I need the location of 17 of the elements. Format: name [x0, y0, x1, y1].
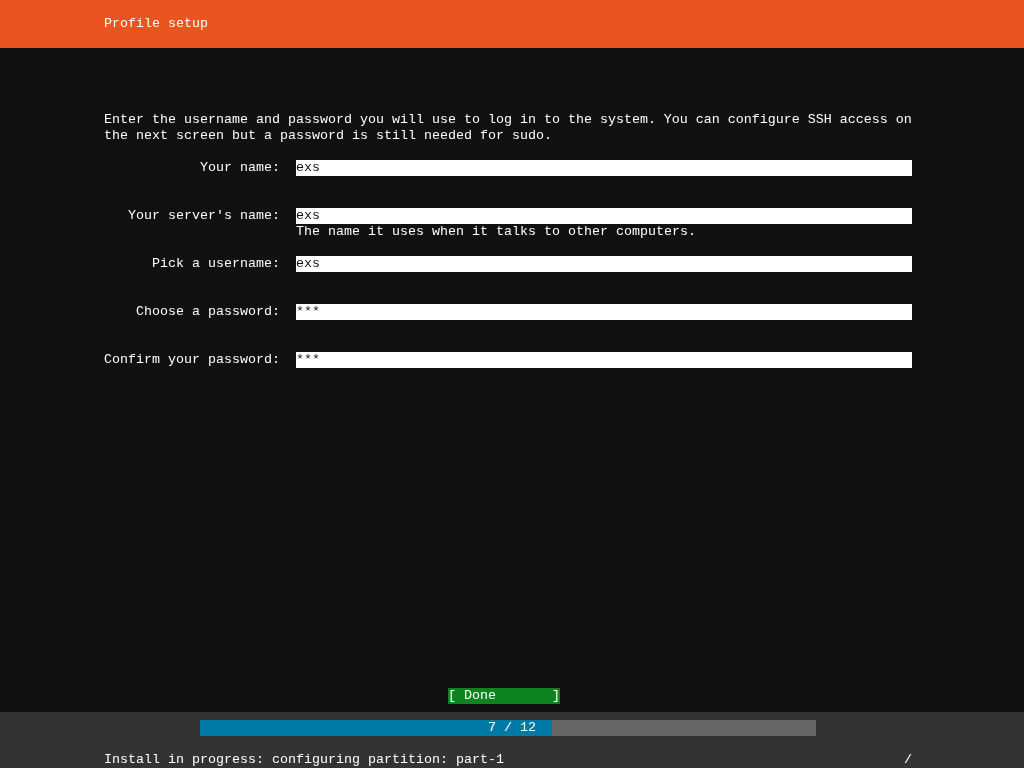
help-text: The name it uses when it talks to other computers. — [296, 224, 697, 240]
input-field[interactable]: *** — [296, 352, 912, 368]
field-label: Pick a username: — [151, 256, 280, 273]
input-field[interactable]: exs — [296, 208, 912, 224]
screen-title: Profile setup — [104, 16, 208, 32]
input-field[interactable]: *** — [296, 304, 912, 320]
field-label: Your server's name: — [127, 208, 280, 225]
status-text: Install in progress: configuring partition: part-1 — [104, 752, 504, 768]
spinner-text: / — [904, 752, 912, 768]
instructions-text: Enter the username and password you will use to log in to the system. You can configure SSH access on the next screen but a password is still needed for sudo. — [104, 112, 913, 144]
input-field[interactable]: exs — [296, 160, 912, 176]
done-button[interactable]: [ Done ] — [448, 688, 560, 704]
input-field[interactable]: exs — [296, 256, 912, 272]
field-label: Confirm your password: — [104, 352, 280, 369]
field-label: Your name: — [199, 160, 280, 177]
progress-label: 7 / 12 — [488, 720, 536, 736]
field-label: Choose a password: — [135, 304, 280, 321]
